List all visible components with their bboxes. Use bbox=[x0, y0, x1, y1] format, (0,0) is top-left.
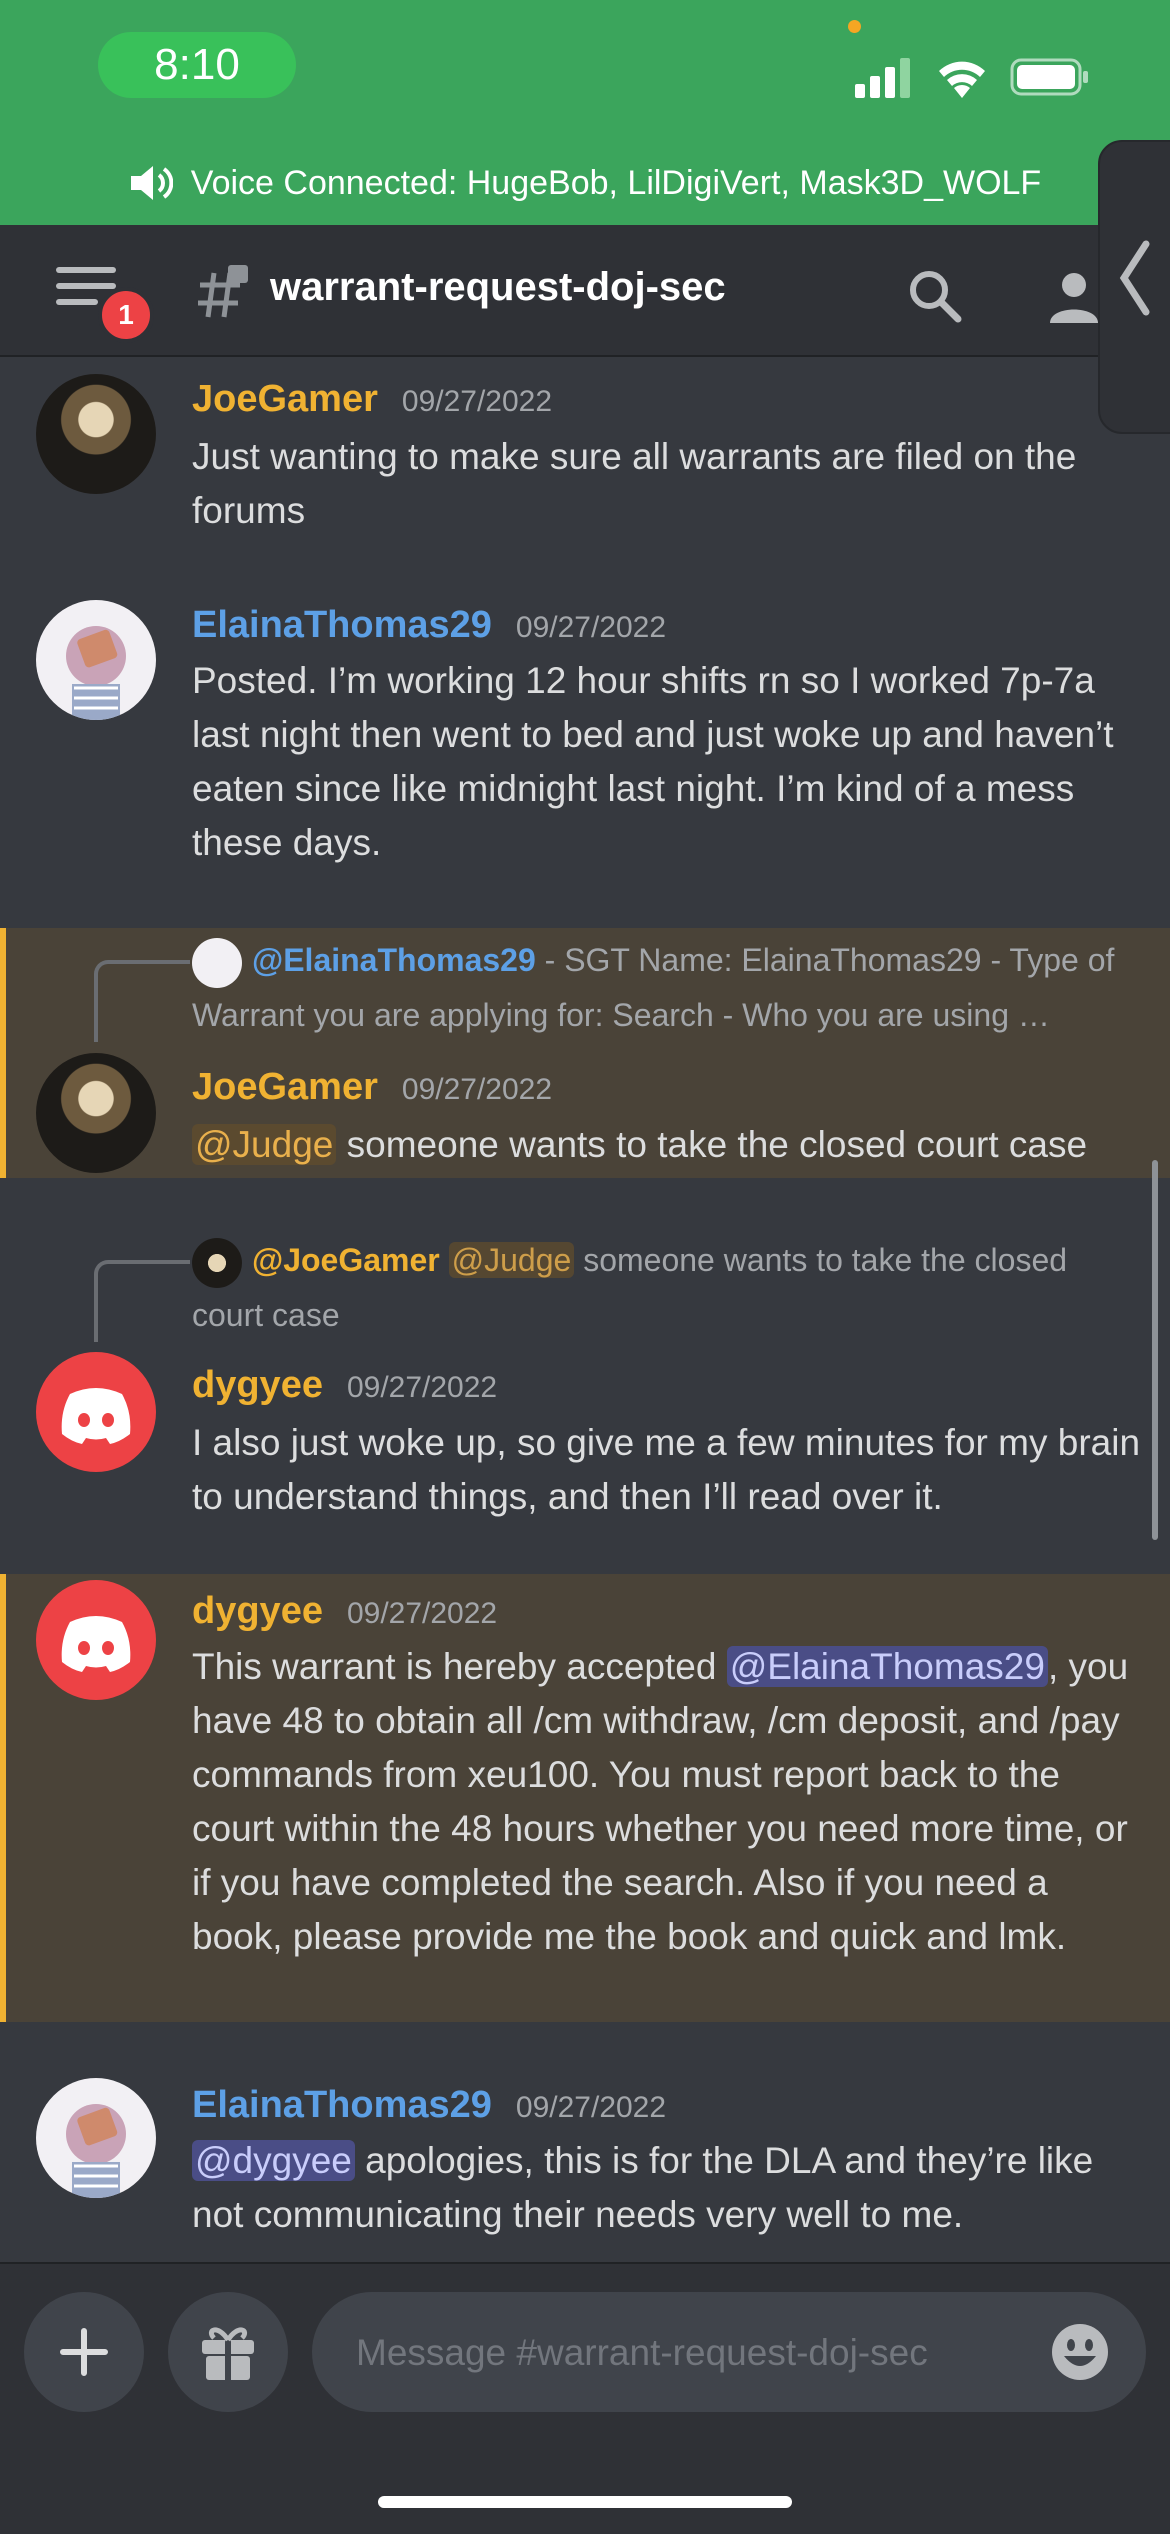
home-indicator[interactable] bbox=[378, 2496, 792, 2508]
message-input[interactable] bbox=[354, 2292, 1018, 2414]
message-date: 09/27/2022 bbox=[346, 1597, 498, 1630]
emoji-icon[interactable] bbox=[1050, 2322, 1110, 2382]
battery-icon bbox=[1010, 58, 1088, 96]
status-and-voice-bar: 8:10 Voice Connected: HugeBob, LilDigiVe… bbox=[0, 0, 1170, 225]
discord-logo-icon bbox=[61, 1616, 131, 1672]
message-item[interactable]: @JoeGamer @Judge someone wants to take t… bbox=[0, 1228, 1170, 1528]
gift-button[interactable] bbox=[168, 2292, 288, 2412]
channel-title: warrant-request-doj-sec bbox=[270, 265, 726, 309]
message-text: @dygyee apologies, this is for the DLA a… bbox=[192, 2134, 1142, 2242]
message-header: ElainaThomas29 09/27/2022 bbox=[192, 604, 666, 647]
message-date: 09/27/2022 bbox=[346, 1371, 498, 1404]
message-text-before: This warrant is hereby accepted bbox=[192, 1646, 727, 1687]
search-icon[interactable] bbox=[906, 267, 964, 325]
add-attachment-button[interactable] bbox=[24, 2292, 144, 2412]
avatar[interactable] bbox=[36, 374, 156, 494]
speaker-icon bbox=[130, 166, 173, 200]
message-author[interactable]: ElainaThomas29 bbox=[192, 604, 492, 646]
reply-connector bbox=[94, 1260, 190, 1342]
message-text: @Judge someone wants to take the closed … bbox=[192, 1118, 1142, 1172]
message-text: Posted. I’m working 12 hour shifts rn so… bbox=[192, 660, 1114, 863]
message-text: Just wanting to make sure all warrants a… bbox=[192, 436, 1077, 531]
avatar[interactable] bbox=[36, 600, 156, 720]
mention[interactable]: @dygyee bbox=[192, 2140, 355, 2181]
avatar[interactable] bbox=[36, 1352, 156, 1472]
message-composer-bar bbox=[0, 2262, 1170, 2534]
channel-hash-icon bbox=[198, 265, 248, 318]
message-date: 09/27/2022 bbox=[515, 2091, 667, 2124]
mention[interactable]: @Judge bbox=[192, 1124, 337, 1165]
message-text-after: , you have 48 to obtain all /cm withdraw… bbox=[192, 1646, 1129, 1957]
message-date: 09/27/2022 bbox=[401, 385, 553, 418]
status-time: 8:10 bbox=[98, 32, 296, 98]
discord-logo-icon bbox=[61, 1388, 131, 1444]
message-input-wrapper bbox=[312, 2292, 1146, 2414]
reply-connector bbox=[94, 960, 190, 1042]
voice-connected-banner[interactable]: Voice Connected: HugeBob, LilDigiVert, M… bbox=[0, 150, 1170, 216]
avatar[interactable] bbox=[36, 1053, 156, 1173]
reply-author[interactable]: @JoeGamer bbox=[252, 1242, 440, 1278]
reply-author[interactable]: @ElainaThomas29 bbox=[252, 942, 536, 978]
reply-preview[interactable]: @ElainaThomas29 - SGT Name: ElainaThomas… bbox=[192, 933, 1142, 1042]
wifi-icon bbox=[939, 61, 985, 98]
camera-indicator bbox=[848, 20, 861, 33]
reply-avatar bbox=[192, 1237, 242, 1288]
mention[interactable]: @ElainaThomas29 bbox=[726, 1646, 1048, 1687]
plus-icon bbox=[60, 2328, 108, 2376]
gift-icon bbox=[202, 2327, 254, 2380]
channel-header: 1 warrant-request-doj-sec bbox=[0, 225, 1170, 357]
message-text: This warrant is hereby accepted @ElainaT… bbox=[192, 1640, 1142, 1964]
message-item[interactable]: ElainaThomas29 09/27/2022 @dygyee apologi… bbox=[0, 2060, 1170, 2258]
message-header: JoeGamer 09/27/2022 bbox=[192, 1066, 552, 1109]
message-text: I also just woke up, so give me a few mi… bbox=[192, 1422, 1141, 1517]
message-author[interactable]: dygyee bbox=[192, 1590, 323, 1632]
message-item-highlighted[interactable]: dygyee 09/27/2022 This warrant is hereby … bbox=[0, 1574, 1170, 2022]
message-author[interactable]: JoeGamer bbox=[192, 378, 378, 420]
message-header: ElainaThomas29 09/27/2022 bbox=[192, 2084, 666, 2127]
message-header: JoeGamer 09/27/2022 bbox=[192, 378, 552, 421]
chevron-left-icon bbox=[1119, 240, 1150, 316]
voice-connected-text: Voice Connected: HugeBob, LilDigiVert, M… bbox=[190, 163, 1042, 202]
message-header: dygyee 09/27/2022 bbox=[192, 1364, 497, 1407]
avatar[interactable] bbox=[36, 1580, 156, 1700]
message-text-body: someone wants to take the closed court c… bbox=[336, 1124, 1088, 1165]
message-item-highlighted[interactable]: @ElainaThomas29 - SGT Name: ElainaThomas… bbox=[0, 928, 1170, 1178]
scrollbar[interactable] bbox=[1152, 1160, 1158, 1540]
cellular-signal-icon bbox=[855, 58, 910, 98]
notification-badge: 1 bbox=[98, 287, 154, 343]
message-item[interactable]: ElainaThomas29 09/27/2022 Posted. I’m wor… bbox=[0, 590, 1170, 910]
message-date: 09/27/2022 bbox=[401, 1073, 553, 1106]
message-author[interactable]: ElainaThomas29 bbox=[192, 2084, 492, 2126]
message-author[interactable]: dygyee bbox=[192, 1364, 323, 1406]
message-item[interactable]: JoeGamer 09/27/2022 Just wanting to make … bbox=[0, 360, 1170, 570]
message-date: 09/27/2022 bbox=[515, 611, 667, 644]
avatar[interactable] bbox=[36, 2078, 156, 2198]
message-author[interactable]: JoeGamer bbox=[192, 1066, 378, 1108]
reply-preview[interactable]: @JoeGamer @Judge someone wants to take t… bbox=[192, 1233, 1142, 1342]
message-header: dygyee 09/27/2022 bbox=[192, 1590, 497, 1633]
reply-avatar bbox=[192, 937, 242, 988]
reply-mention: @Judge bbox=[448, 1242, 575, 1278]
